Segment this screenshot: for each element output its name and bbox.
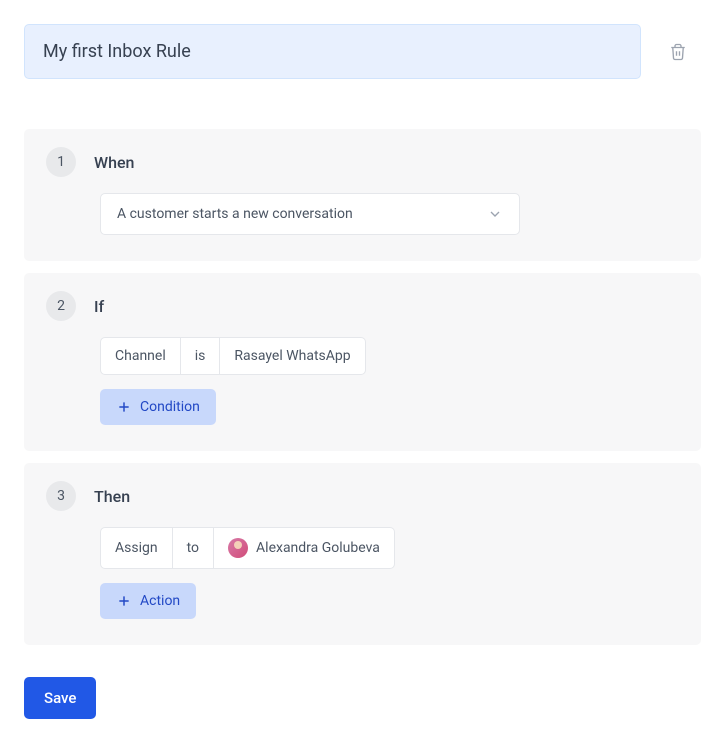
- chevron-down-icon: [487, 206, 503, 222]
- add-condition-button[interactable]: Condition: [100, 389, 216, 425]
- add-action-label: Action: [140, 593, 180, 609]
- trash-icon: [669, 43, 687, 61]
- add-action-button[interactable]: Action: [100, 583, 196, 619]
- action-type[interactable]: Assign: [100, 527, 173, 569]
- action-target-name: Alexandra Golubeva: [256, 540, 380, 556]
- when-card: 1 When A customer starts a new conversat…: [24, 129, 701, 261]
- condition-field[interactable]: Channel: [100, 337, 181, 375]
- step-number-badge: 2: [46, 291, 76, 321]
- rule-name-input[interactable]: [24, 24, 641, 79]
- plus-icon: [116, 399, 132, 415]
- card-title-then: Then: [94, 487, 130, 506]
- condition-value[interactable]: Rasayel WhatsApp: [220, 337, 365, 375]
- action-target[interactable]: Alexandra Golubeva: [214, 527, 395, 569]
- step-number-badge: 1: [46, 147, 76, 177]
- step-number-badge: 3: [46, 481, 76, 511]
- action-row: Assign to Alexandra Golubeva: [100, 527, 679, 569]
- plus-icon: [116, 593, 132, 609]
- condition-operator[interactable]: is: [181, 337, 221, 375]
- trigger-selected: A customer starts a new conversation: [117, 206, 353, 222]
- delete-rule-button[interactable]: [661, 35, 695, 69]
- add-condition-label: Condition: [140, 399, 200, 415]
- action-operator[interactable]: to: [173, 527, 214, 569]
- save-button[interactable]: Save: [24, 677, 96, 719]
- condition-row: Channel is Rasayel WhatsApp: [100, 337, 679, 375]
- card-title-if: If: [94, 297, 104, 316]
- if-card: 2 If Channel is Rasayel WhatsApp Conditi…: [24, 273, 701, 451]
- then-card: 3 Then Assign to Alexandra Golubeva Acti…: [24, 463, 701, 645]
- trigger-dropdown[interactable]: A customer starts a new conversation: [100, 193, 520, 235]
- avatar: [228, 538, 248, 558]
- card-title-when: When: [94, 153, 134, 172]
